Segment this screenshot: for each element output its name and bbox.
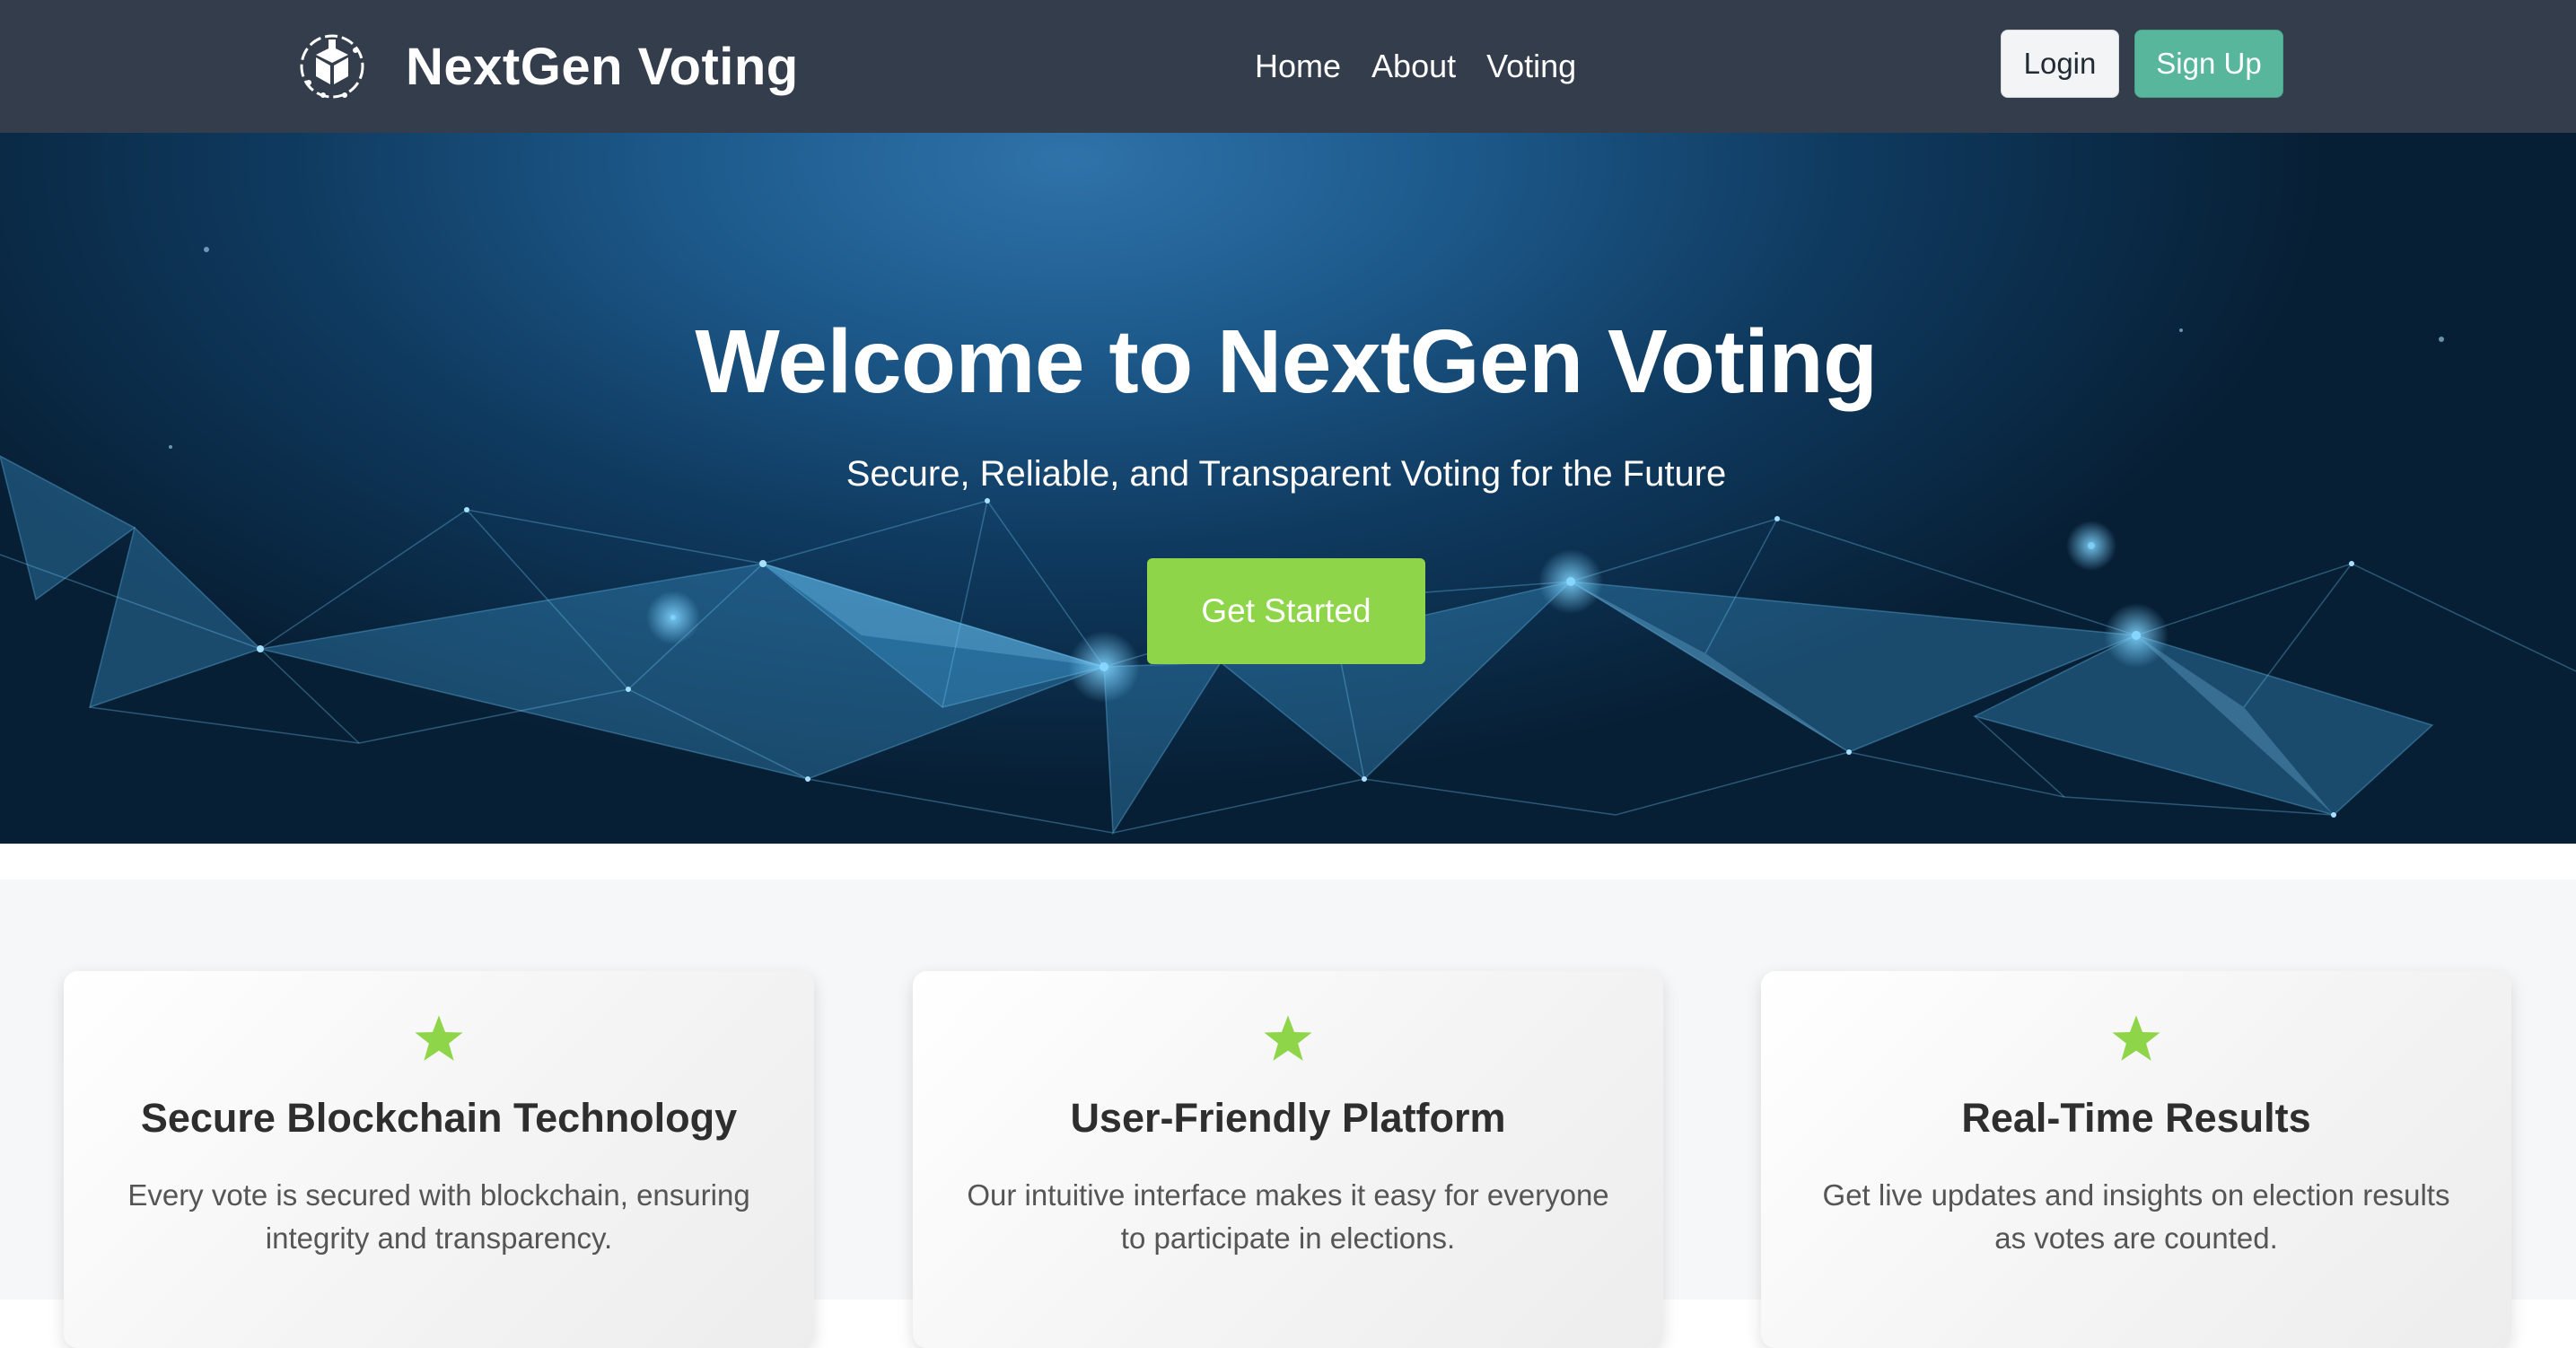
feature-description: Every vote is secured with blockchain, e… bbox=[127, 1178, 750, 1255]
hero-title: Welcome to NextGen Voting bbox=[695, 311, 1878, 412]
feature-title: Secure Blockchain Technology bbox=[140, 1095, 738, 1141]
get-started-button[interactable]: Get Started bbox=[1147, 558, 1425, 664]
nav-link-voting[interactable]: Voting bbox=[1486, 48, 1576, 85]
features-section: Secure Blockchain Technology Every vote … bbox=[0, 880, 2576, 1348]
feature-title: Real-Time Results bbox=[1961, 1095, 2311, 1141]
nav-links: Home About Voting bbox=[1255, 39, 1576, 93]
feature-card: Real-Time Results Get live updates and i… bbox=[1761, 971, 2511, 1348]
feature-title: User-Friendly Platform bbox=[1070, 1095, 1506, 1141]
feature-description: Get live updates and insights on electio… bbox=[1822, 1178, 2450, 1255]
hero-section: Welcome to NextGen Voting Secure, Reliab… bbox=[0, 133, 2576, 844]
ballot-box-circuit-icon bbox=[300, 34, 364, 99]
login-button[interactable]: Login bbox=[2001, 30, 2119, 98]
feature-card: Secure Blockchain Technology Every vote … bbox=[64, 971, 814, 1348]
feature-description: Our intuitive interface makes it easy fo… bbox=[967, 1178, 1609, 1255]
star-icon bbox=[415, 1015, 463, 1061]
nav-link-home[interactable]: Home bbox=[1255, 48, 1341, 85]
signup-button[interactable]: Sign Up bbox=[2134, 30, 2283, 98]
star-icon bbox=[2112, 1015, 2160, 1061]
hero-subtitle: Secure, Reliable, and Transparent Voting… bbox=[846, 454, 1727, 494]
star-icon bbox=[1264, 1015, 1312, 1061]
nav-link-about[interactable]: About bbox=[1371, 48, 1456, 85]
section-divider bbox=[0, 844, 2576, 880]
brand[interactable]: NextGen Voting bbox=[296, 25, 799, 108]
feature-card: User-Friendly Platform Our intuitive int… bbox=[913, 971, 1663, 1348]
navbar: NextGen Voting Home About Voting Login S… bbox=[0, 0, 2576, 133]
brand-name: NextGen Voting bbox=[406, 37, 799, 96]
